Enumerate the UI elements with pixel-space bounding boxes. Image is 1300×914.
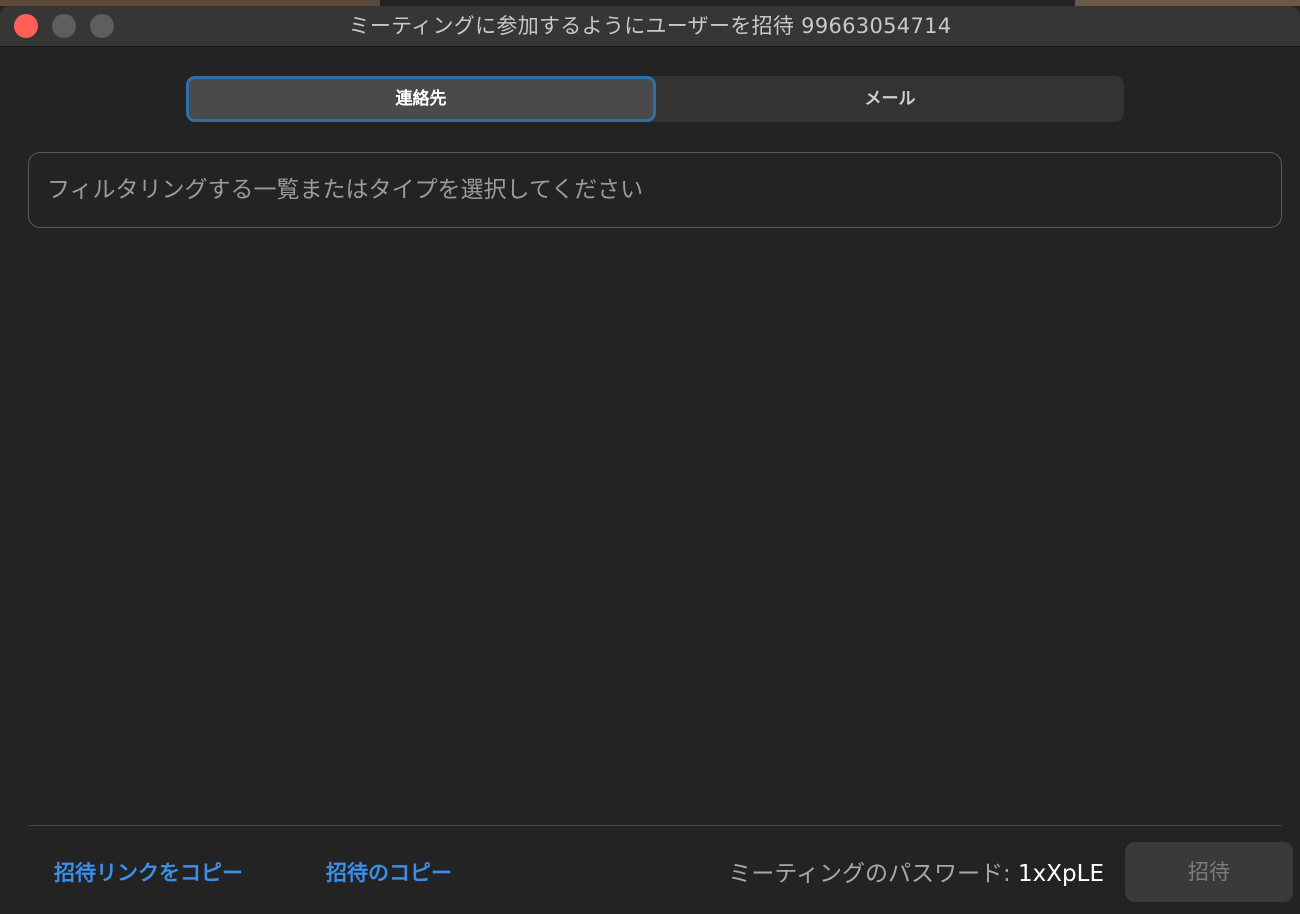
tab-email[interactable]: メール [656, 76, 1124, 122]
copy-invite-link-button[interactable]: 招待リンクをコピー [54, 856, 243, 890]
title-bar: ミーティングに参加するようにユーザーを招待 99663054714 [0, 6, 1300, 47]
tab-contacts[interactable]: 連絡先 [186, 76, 656, 122]
contact-filter-input[interactable] [28, 152, 1282, 228]
footer-divider [28, 825, 1282, 826]
meeting-password: ミーティングのパスワード: 1xXpLE [728, 856, 1104, 892]
contact-list [28, 240, 1282, 820]
password-value: 1xXpLE [1018, 861, 1104, 887]
copy-invitation-button[interactable]: 招待のコピー [326, 856, 452, 890]
invite-button[interactable]: 招待 [1125, 842, 1293, 902]
invite-window: ミーティングに参加するようにユーザーを招待 99663054714 連絡先 メー… [0, 0, 1300, 914]
window-title: ミーティングに参加するようにユーザーを招待 99663054714 [348, 14, 952, 38]
invite-method-tabs: 連絡先 メール [186, 76, 1124, 122]
password-label: ミーティングのパスワード: [728, 861, 1019, 887]
